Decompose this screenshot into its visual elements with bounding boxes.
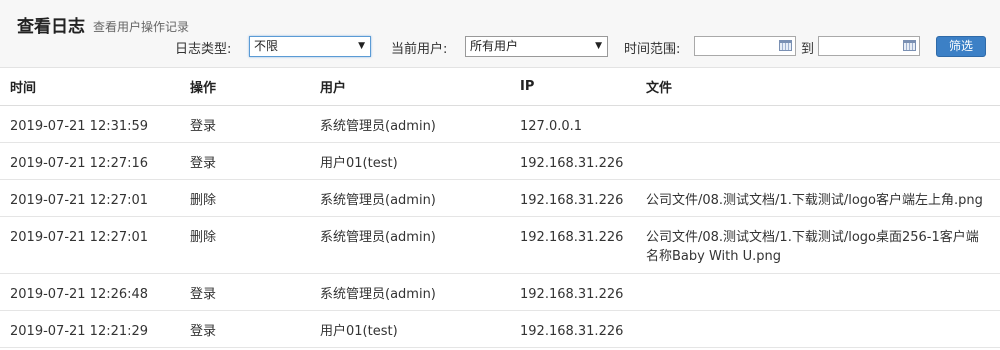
- cell-action: 登录: [180, 105, 310, 143]
- cell-ip: 192.168.31.226: [510, 273, 636, 311]
- cell-file: 公司文件/08.测试文档/1.下载测试/logo客户端左上角.png: [636, 179, 1000, 217]
- table-row: 2019-07-21 12:26:48 登录 系统管理员(admin) 192.…: [0, 273, 1000, 311]
- cell-time: 2019-07-21 12:26:48: [0, 273, 180, 311]
- cell-user: 系统管理员(admin): [310, 105, 510, 143]
- cell-ip: 192.168.31.226: [510, 142, 636, 180]
- cell-action: 登录: [180, 142, 310, 180]
- log-type-selected-value: 不限: [254, 39, 279, 53]
- page-title: 查看日志: [17, 17, 85, 37]
- cell-time: 2019-07-21 12:27:01: [0, 216, 180, 274]
- cell-user: 系统管理员(admin): [310, 216, 510, 274]
- cell-file: [636, 105, 1000, 143]
- cell-ip: 192.168.31.226: [510, 216, 636, 274]
- current-user-selected-value: 所有用户: [470, 39, 519, 53]
- calendar-icon[interactable]: [779, 40, 792, 51]
- chevron-down-icon: ▼: [595, 41, 602, 51]
- cell-action: 登录: [180, 273, 310, 311]
- cell-ip: 127.0.0.1: [510, 105, 636, 143]
- table-row: 2019-07-21 12:27:01 删除 系统管理员(admin) 192.…: [0, 179, 1000, 217]
- cell-file: [636, 273, 1000, 311]
- log-viewer-page: 查看日志 查看用户操作记录 日志类型: 不限 ▼ 当前用户: 所有用户 ▼ 时间…: [0, 0, 1000, 350]
- cell-time: 2019-07-21 12:27:01: [0, 179, 180, 217]
- end-date-input[interactable]: [818, 36, 920, 56]
- calendar-icon[interactable]: [903, 40, 916, 51]
- cell-file: 公司文件/08.测试文档/1.下载测试/logo桌面256-1客户端名称Baby…: [636, 216, 1000, 274]
- column-header-file: 文件: [636, 68, 1000, 106]
- cell-user: 系统管理员(admin): [310, 179, 510, 217]
- column-header-time: 时间: [0, 68, 180, 106]
- log-type-label: 日志类型:: [175, 42, 232, 57]
- cell-time: 2019-07-21 12:27:16: [0, 142, 180, 180]
- table-row: 2019-07-21 12:31:59 登录 系统管理员(admin) 127.…: [0, 105, 1000, 143]
- table-header-row: 时间 操作 用户 IP 文件: [0, 68, 1000, 106]
- cell-user: 用户01(test): [310, 310, 510, 348]
- time-range-label: 时间范围:: [624, 42, 681, 57]
- cell-ip: 192.168.31.226: [510, 179, 636, 217]
- chevron-down-icon: ▼: [358, 41, 365, 51]
- log-table: 时间 操作 用户 IP 文件 2019-07-21 12:31:59 登录 系统…: [0, 68, 1000, 348]
- cell-action: 删除: [180, 216, 310, 274]
- page-subtitle: 查看用户操作记录: [93, 20, 190, 34]
- cell-user: 系统管理员(admin): [310, 273, 510, 311]
- cell-file: [636, 142, 1000, 180]
- column-header-ip: IP: [510, 68, 636, 106]
- cell-time: 2019-07-21 12:21:29: [0, 310, 180, 348]
- current-user-select[interactable]: 所有用户 ▼: [465, 36, 608, 57]
- log-type-select[interactable]: 不限 ▼: [249, 36, 371, 57]
- start-date-input[interactable]: [694, 36, 796, 56]
- filter-header: 查看日志 查看用户操作记录 日志类型: 不限 ▼ 当前用户: 所有用户 ▼ 时间…: [0, 0, 1000, 68]
- filter-button[interactable]: 筛选: [936, 36, 986, 57]
- cell-action: 登录: [180, 310, 310, 348]
- table-row: 2019-07-21 12:27:16 登录 用户01(test) 192.16…: [0, 142, 1000, 180]
- to-label: 到: [801, 42, 815, 57]
- cell-action: 删除: [180, 179, 310, 217]
- cell-user: 用户01(test): [310, 142, 510, 180]
- cell-ip: 192.168.31.226: [510, 310, 636, 348]
- table-row: 2019-07-21 12:27:01 删除 系统管理员(admin) 192.…: [0, 216, 1000, 274]
- column-header-action: 操作: [180, 68, 310, 106]
- cell-file: [636, 310, 1000, 348]
- table-row: 2019-07-21 12:21:29 登录 用户01(test) 192.16…: [0, 310, 1000, 348]
- current-user-label: 当前用户:: [391, 42, 448, 57]
- cell-time: 2019-07-21 12:31:59: [0, 105, 180, 143]
- column-header-user: 用户: [310, 68, 510, 106]
